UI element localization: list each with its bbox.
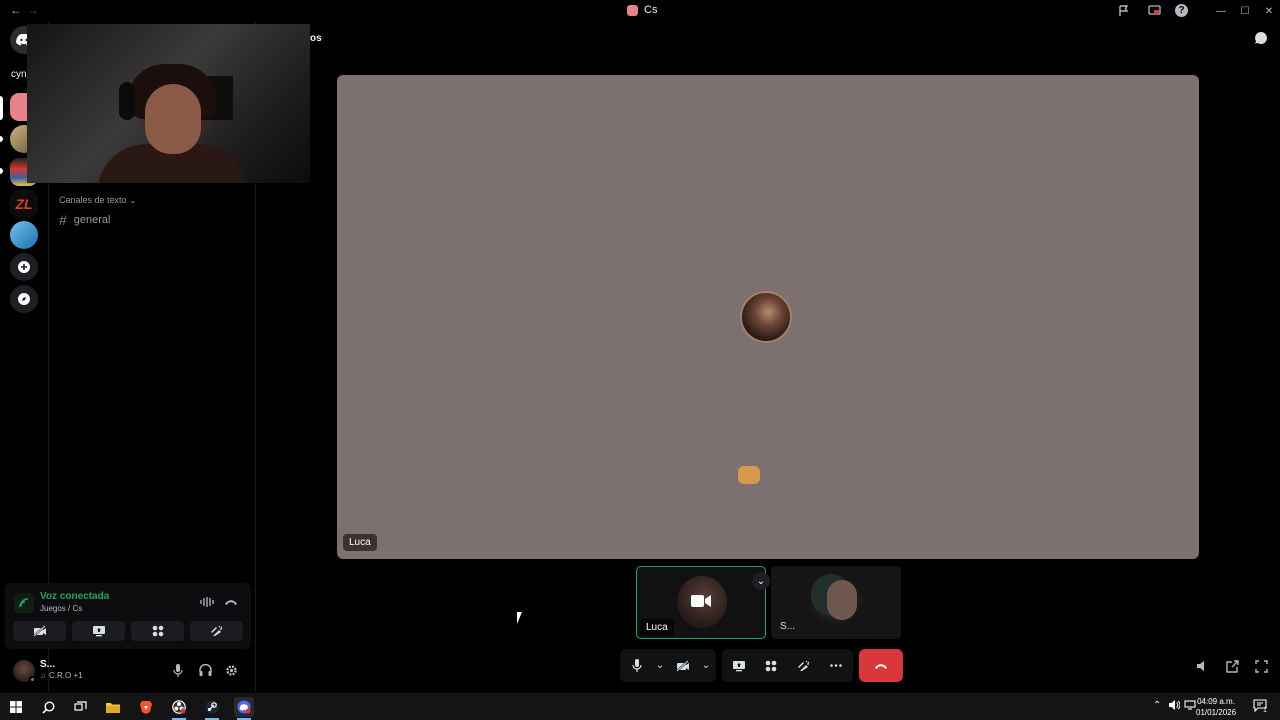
volume-icon[interactable] [1193, 657, 1211, 675]
category-text-channels[interactable]: Canales de texto ⌄ [59, 195, 136, 205]
hash-icon: # [59, 212, 67, 228]
screen-share-button[interactable] [72, 621, 125, 641]
task-view-icon[interactable] [70, 697, 90, 717]
tile-name-tag: Luca [640, 619, 674, 636]
tray-volume-icon[interactable] [1168, 700, 1181, 713]
chevron-down-icon[interactable]: ⌄ [700, 649, 712, 682]
participant-avatar [738, 291, 792, 484]
online-status-dot [29, 676, 36, 683]
av-control-group: ⌄ ⌄ [620, 649, 716, 682]
back-icon[interactable]: ← [10, 3, 22, 17]
actions-control-group [722, 649, 853, 682]
server-icon[interactable] [10, 221, 38, 249]
clock-time: 04:09 a.m. [1197, 697, 1235, 706]
channel-general[interactable]: # general [59, 212, 111, 228]
clock-date: 01/01/2026 [1196, 708, 1237, 717]
tray-network-icon[interactable] [1184, 700, 1196, 713]
voice-channel-path[interactable]: Juegos / Cs [40, 604, 82, 613]
inbox-icon[interactable] [1116, 3, 1132, 19]
webcam-overlay [27, 24, 310, 183]
camera-off-button[interactable] [666, 649, 700, 682]
close-button[interactable]: ✕ [1261, 3, 1277, 19]
fullscreen-icon[interactable] [1252, 657, 1270, 675]
more-options-button[interactable] [819, 649, 853, 682]
voice-status[interactable]: Voz conectada [40, 591, 109, 602]
brave-browser-icon[interactable] [136, 697, 156, 717]
soundboard-button[interactable] [787, 649, 819, 682]
microphone-icon[interactable] [169, 661, 187, 679]
tile-name-tag: S... [780, 621, 796, 632]
server-icon [627, 4, 638, 16]
main-video-stage[interactable]: Luca [337, 75, 1199, 559]
signal-icon[interactable] [14, 593, 34, 613]
windows-taskbar: ⌃ 04:09 a.m. 01/01/2026 1 [0, 693, 1280, 720]
tray-chevron-up-icon[interactable]: ⌃ [1153, 700, 1161, 711]
unread-pill [0, 136, 3, 142]
chevron-down-icon[interactable]: ⌄ [752, 572, 770, 590]
channel-label: general [73, 214, 111, 226]
activity-text: C.R.O +1 [49, 671, 83, 680]
help-icon[interactable]: ? [1175, 4, 1188, 17]
activities-button[interactable] [131, 621, 184, 641]
participant-video [827, 580, 857, 620]
soundboard-button[interactable] [190, 621, 243, 641]
server-zl-icon[interactable]: ZL [10, 190, 38, 218]
file-explorer-icon[interactable] [103, 697, 123, 717]
discover-icon[interactable] [10, 285, 38, 313]
chevron-down-icon[interactable]: ⌄ [654, 649, 666, 682]
system-clock[interactable]: 04:09 a.m. 01/01/2026 [1196, 696, 1236, 718]
window-title-text: Cs [644, 4, 658, 16]
microphone-button[interactable] [620, 649, 654, 682]
settings-gear-icon[interactable] [222, 661, 240, 679]
active-server-pill [0, 96, 3, 120]
screen-share-button[interactable] [722, 649, 755, 682]
header-fragment: os [310, 33, 322, 44]
camera-off-button[interactable] [13, 621, 66, 641]
add-server-icon[interactable] [10, 253, 38, 281]
forward-icon[interactable]: → [27, 3, 39, 17]
obs-icon[interactable] [169, 697, 189, 720]
chevron-down-icon: ⌄ [129, 195, 137, 205]
disconnect-button[interactable] [859, 649, 903, 682]
headphones-icon[interactable] [196, 661, 214, 679]
title-bar: ← → Cs ? — ☐ ✕ [0, 0, 1280, 22]
category-label: Canales de texto [59, 195, 127, 205]
windows-start-icon[interactable] [6, 697, 26, 717]
participant-tile[interactable]: Luca [636, 566, 766, 639]
avatar-decoration [738, 466, 760, 484]
noise-suppression-icon[interactable] [199, 594, 215, 610]
maximize-button[interactable]: ☐ [1237, 3, 1253, 19]
activities-button[interactable] [755, 649, 787, 682]
steam-icon[interactable] [202, 697, 222, 720]
music-note-icon: ♫ [40, 671, 46, 680]
avatar[interactable] [13, 660, 36, 683]
mouse-cursor [517, 612, 527, 624]
pop-out-icon[interactable] [1223, 657, 1241, 675]
disconnect-icon[interactable] [223, 594, 239, 610]
user-activity: ♫ C.R.O +1 [40, 671, 83, 680]
headphones [119, 82, 135, 120]
chat-bubble-icon[interactable] [1252, 29, 1270, 47]
participant-tile[interactable]: S... [771, 566, 901, 639]
discord-icon[interactable] [234, 697, 254, 720]
face [145, 84, 201, 154]
username[interactable]: S... [40, 659, 55, 670]
window-title: Cs [627, 4, 657, 16]
server-name-fragment: cyn [11, 69, 27, 80]
user-panel: S... ♫ C.R.O +1 [5, 651, 251, 689]
participant-name-tag: Luca [343, 534, 377, 551]
search-icon[interactable] [38, 697, 58, 717]
minimize-button[interactable]: — [1213, 3, 1229, 19]
video-camera-icon[interactable] [690, 593, 712, 609]
voice-connection-panel: Voz conectada Juegos / Cs [5, 583, 251, 649]
screen-icon[interactable] [1146, 3, 1162, 19]
notification-count: 1 [1263, 707, 1267, 714]
unread-pill [0, 168, 3, 174]
